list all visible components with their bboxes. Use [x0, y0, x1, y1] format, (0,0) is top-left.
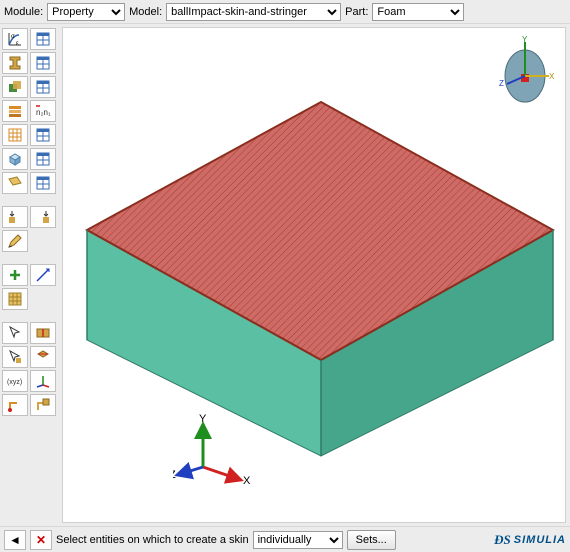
align-corner-icon[interactable] [2, 394, 28, 416]
composite-layup-icon[interactable] [2, 100, 28, 122]
cancel-button[interactable]: ✕ [30, 530, 52, 550]
triad-select-icon[interactable] [30, 370, 56, 392]
part-geometry-foam[interactable] [73, 88, 563, 458]
data-table-orient-icon[interactable] [30, 124, 56, 146]
edit-sketch-icon[interactable] [2, 230, 28, 252]
data-table-assignment-icon[interactable] [30, 76, 56, 98]
svg-text:Z: Z [173, 469, 176, 481]
node-numbers-icon[interactable]: n₂n₁ [30, 100, 56, 122]
partition-cell-icon[interactable] [30, 346, 56, 368]
svg-text:n₂n₁: n₂n₁ [36, 108, 51, 117]
context-bar: Module: Property Model: ballImpact-skin-… [0, 0, 570, 24]
data-table-element-icon[interactable] [30, 148, 56, 170]
svg-text:ε: ε [16, 41, 19, 47]
insert-after-icon[interactable] [30, 206, 56, 228]
data-table-profile-icon[interactable] [30, 172, 56, 194]
svg-text:X: X [243, 475, 251, 487]
i-beam-section-icon[interactable] [2, 52, 28, 74]
svg-text:(xyz): (xyz) [7, 379, 22, 386]
mesh-seed-icon[interactable] [2, 288, 28, 310]
back-button[interactable]: ◄ [4, 530, 26, 550]
sets-button[interactable]: Sets... [347, 530, 396, 550]
module-label: Module: [4, 6, 43, 18]
select-face-icon[interactable] [2, 346, 28, 368]
add-plus-icon[interactable] [2, 264, 28, 286]
select-arrow-icon[interactable] [2, 322, 28, 344]
selection-mode-select[interactable]: individually [253, 531, 343, 549]
data-table-section-icon[interactable] [30, 52, 56, 74]
section-assign-icon[interactable] [2, 76, 28, 98]
brand-ds-icon: ƉS [494, 532, 511, 548]
stress-strain-icon[interactable]: σε [2, 28, 28, 50]
svg-text:X: X [549, 72, 555, 81]
insert-before-icon[interactable] [2, 206, 28, 228]
xyz-csys-icon[interactable]: (xyz) [2, 370, 28, 392]
part-label: Part: [345, 6, 368, 18]
svg-text:Z: Z [499, 79, 504, 88]
corner-partition-icon[interactable] [30, 394, 56, 416]
svg-text:σ: σ [11, 34, 15, 40]
brand-logo: ƉS SIMULIA [494, 532, 566, 548]
measure-icon[interactable] [30, 264, 56, 286]
brand-name: SIMULIA [514, 534, 566, 546]
partition-icon[interactable] [30, 322, 56, 344]
data-table-material-icon[interactable] [30, 28, 56, 50]
model-select[interactable]: ballImpact-skin-and-stringer [166, 3, 341, 21]
cube-render-icon[interactable] [2, 148, 28, 170]
model-label: Model: [129, 6, 162, 18]
profile-plane-icon[interactable] [2, 172, 28, 194]
viewport-3d[interactable]: Y X Z [62, 27, 566, 523]
module-select[interactable]: Property [47, 3, 125, 21]
prompt-text: Select entities on which to create a ski… [56, 534, 249, 546]
mesh-grid-icon[interactable] [2, 124, 28, 146]
prompt-bar: ◄ ✕ Select entities on which to create a… [0, 526, 570, 552]
module-toolbox: σε n₂n₁ (xyz) [0, 24, 60, 526]
svg-text:Y: Y [522, 36, 528, 44]
part-select[interactable]: Foam [372, 3, 464, 21]
